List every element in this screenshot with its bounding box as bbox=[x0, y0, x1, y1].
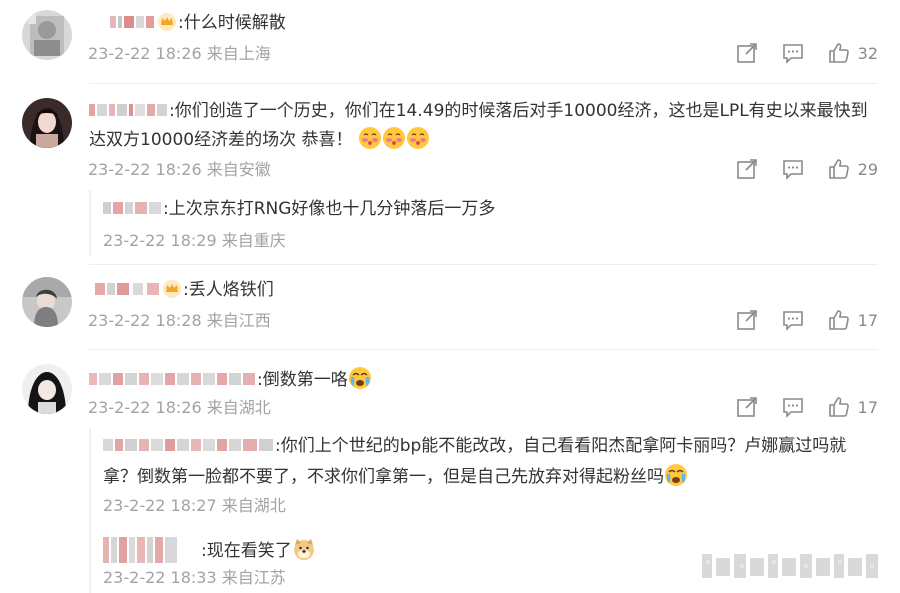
comment-button[interactable] bbox=[782, 42, 804, 64]
comment-text-cont: 达双方10000经济差的场次 恭喜！ bbox=[89, 126, 430, 152]
username-redacted[interactable] bbox=[95, 281, 161, 297]
comment-icon bbox=[782, 160, 803, 180]
doge-emoji bbox=[293, 539, 314, 560]
divider bbox=[89, 349, 878, 350]
comment-meta: 23-2-22 18:28 来自江西 bbox=[88, 311, 271, 330]
comment-button[interactable] bbox=[782, 396, 804, 418]
reply-meta: 23-2-22 18:29 来自重庆 bbox=[103, 231, 286, 250]
blushing-face-emoji bbox=[358, 127, 381, 149]
crying-face-emoji bbox=[665, 464, 687, 486]
avatar[interactable] bbox=[22, 10, 72, 60]
like-count: 29 bbox=[857, 159, 878, 179]
reply-text: :你们上个世纪的bp能不能改改，自己看看阳杰配拿阿卡丽吗？卢娜赢过吗就 bbox=[103, 434, 846, 458]
reply-text-cont: 拿？倒数第一脸都不要了，不求你们拿第一，但是自己先放弃对得起粉丝吗 bbox=[103, 463, 688, 489]
like-button[interactable]: 32 bbox=[828, 42, 878, 64]
blushing-face-emoji bbox=[382, 127, 405, 149]
comment-icon bbox=[782, 398, 803, 418]
crown-badge-icon bbox=[163, 280, 181, 298]
username-redacted[interactable] bbox=[110, 14, 156, 30]
blushing-face-emoji bbox=[406, 127, 429, 149]
avatar[interactable] bbox=[22, 364, 72, 414]
like-count: 32 bbox=[857, 43, 878, 63]
avatar[interactable] bbox=[22, 277, 72, 327]
reply-meta: 23-2-22 18:27 来自湖北 bbox=[103, 496, 286, 515]
comment-actions: 17 bbox=[736, 396, 878, 418]
comment-icon bbox=[782, 311, 803, 331]
comment-body-line2: 达双方10000经济差的场次 恭喜！ bbox=[89, 130, 353, 150]
share-icon bbox=[736, 397, 757, 417]
reply-body: :你们上个世纪的bp能不能改改，自己看看阳杰配拿阿卡丽吗？卢娜赢过吗就 bbox=[275, 436, 847, 456]
reply-meta: 23-2-22 18:33 来自江苏 bbox=[103, 568, 286, 587]
username-redacted[interactable] bbox=[89, 371, 257, 387]
comment-text: :你们创造了一个历史，你们在14.49的时候落后对手10000经济，这也是LPL… bbox=[89, 99, 868, 123]
like-count: 17 bbox=[857, 310, 878, 330]
share-button[interactable] bbox=[736, 158, 758, 180]
divider bbox=[89, 264, 878, 265]
comment-meta: 23-2-22 18:26 来自安徽 bbox=[88, 160, 271, 179]
share-button[interactable] bbox=[736, 396, 758, 418]
thumbs-up-icon bbox=[828, 159, 849, 179]
comment-body: :倒数第一咯 bbox=[257, 370, 348, 390]
comment-button[interactable] bbox=[782, 158, 804, 180]
share-icon bbox=[736, 159, 757, 179]
thumbs-up-icon bbox=[828, 310, 849, 330]
reply-body: :上次京东打RNG好像也十几分钟落后一万多 bbox=[163, 199, 496, 219]
comment-body: :什么时候解散 bbox=[178, 13, 286, 33]
share-icon bbox=[736, 310, 757, 330]
comment-actions: 32 bbox=[736, 42, 878, 64]
watermark bbox=[702, 554, 878, 578]
comment-text: :什么时候解散 bbox=[110, 11, 286, 35]
share-button[interactable] bbox=[736, 309, 758, 331]
reply-body-line2: 拿？倒数第一脸都不要了，不求你们拿第一，但是自己先放弃对得起粉丝吗 bbox=[103, 467, 664, 487]
comment-body: :丢人烙铁们 bbox=[183, 280, 274, 300]
username-redacted[interactable] bbox=[103, 535, 179, 565]
like-button[interactable]: 29 bbox=[828, 158, 878, 180]
comment-text: :倒数第一咯 bbox=[89, 366, 372, 392]
share-icon bbox=[736, 43, 757, 63]
divider bbox=[89, 83, 878, 84]
share-button[interactable] bbox=[736, 42, 758, 64]
username-redacted[interactable] bbox=[103, 200, 163, 216]
comment-meta: 23-2-22 18:26 来自湖北 bbox=[88, 398, 271, 417]
avatar[interactable] bbox=[22, 98, 72, 148]
crown-badge-icon bbox=[158, 13, 176, 31]
crying-face-emoji bbox=[348, 367, 371, 389]
comment-text: :丢人烙铁们 bbox=[95, 278, 274, 302]
comment-meta: 23-2-22 18:26 来自上海 bbox=[88, 44, 271, 63]
comment-actions: 17 bbox=[736, 309, 878, 331]
comment-body: :你们创造了一个历史，你们在14.49的时候落后对手10000经济，这也是LPL… bbox=[169, 101, 868, 121]
comment-button[interactable] bbox=[782, 309, 804, 331]
comment-actions: 29 bbox=[736, 158, 878, 180]
like-button[interactable]: 17 bbox=[828, 396, 878, 418]
reply-text: :上次京东打RNG好像也十几分钟落后一万多 bbox=[103, 197, 495, 221]
comment-icon bbox=[782, 44, 803, 64]
reply-text: :现在看笑了 bbox=[103, 535, 316, 565]
username-redacted[interactable] bbox=[103, 437, 275, 453]
reply-body: :现在看笑了 bbox=[201, 541, 292, 561]
like-count: 17 bbox=[857, 397, 878, 417]
like-button[interactable]: 17 bbox=[828, 309, 878, 331]
thumbs-up-icon bbox=[828, 397, 849, 417]
thumbs-up-icon bbox=[828, 43, 849, 63]
username-redacted[interactable] bbox=[89, 102, 169, 118]
